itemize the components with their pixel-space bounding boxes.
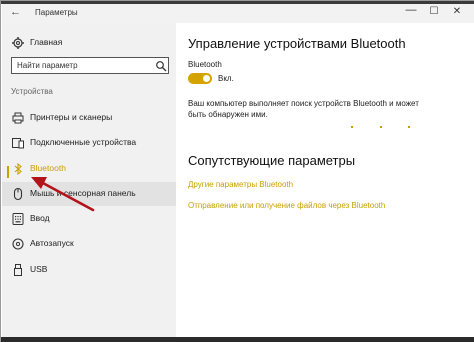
- sidebar-item-input[interactable]: Ввод: [2, 207, 176, 231]
- toggle-state-text: Вкл.: [218, 74, 234, 83]
- sidebar-item-home[interactable]: Главная: [2, 31, 176, 55]
- keyboard-icon: [12, 213, 24, 225]
- main-content: Управление устройствами Bluetooth Blueto…: [176, 23, 474, 337]
- sidebar-item-label: Подключенные устройства: [30, 137, 137, 147]
- sidebar-item-connected-devices[interactable]: Подключенные устройства: [2, 131, 176, 155]
- autoplay-icon: [12, 238, 24, 250]
- back-arrow-icon[interactable]: ←: [10, 6, 21, 18]
- window-bottom-edge: [1, 337, 474, 342]
- progress-dot: [408, 126, 410, 128]
- sidebar-item-label: Принтеры и сканеры: [30, 112, 113, 122]
- search-placeholder: Найти параметр: [17, 61, 78, 70]
- sidebar-item-label: Ввод: [30, 213, 50, 223]
- sidebar-item-printers[interactable]: Принтеры и сканеры: [2, 106, 176, 130]
- sidebar-item-label: Bluetooth: [30, 163, 66, 173]
- title-bar: ← Параметры — ☐ ✕: [2, 4, 474, 23]
- bluetooth-icon: [14, 162, 22, 176]
- usb-icon: [14, 264, 22, 276]
- bluetooth-toggle-label: Bluetooth: [188, 60, 222, 69]
- sidebar-item-label: Главная: [30, 37, 63, 47]
- sidebar-item-label: Автозапуск: [30, 238, 74, 248]
- sidebar-item-label: USB: [30, 264, 48, 274]
- sidebar: Главная Найти параметр Устройства Принте…: [2, 23, 176, 337]
- mouse-icon: [13, 187, 23, 201]
- connected-devices-icon: [12, 138, 24, 149]
- printer-icon: [12, 112, 24, 124]
- discovery-description: Ваш компьютер выполняет поиск устройств …: [188, 99, 419, 119]
- search-icon[interactable]: [155, 60, 167, 72]
- more-bluetooth-options-link[interactable]: Другие параметры Bluetooth: [188, 180, 293, 189]
- page-title: Управление устройствами Bluetooth: [188, 36, 406, 51]
- progress-dot: [380, 126, 382, 128]
- sidebar-item-bluetooth[interactable]: Bluetooth: [2, 157, 176, 181]
- settings-window: ← Параметры — ☐ ✕ Главная Найти параметр: [0, 0, 474, 342]
- window-title: Параметры: [35, 8, 78, 17]
- sidebar-item-mouse[interactable]: Мышь и сенсорная панель: [2, 182, 176, 206]
- toggle-knob: [203, 75, 210, 82]
- sidebar-item-label: Мышь и сенсорная панель: [30, 188, 136, 198]
- related-settings-heading: Сопутствующие параметры: [188, 153, 356, 168]
- progress-dot: [351, 126, 353, 128]
- search-input[interactable]: Найти параметр: [11, 57, 169, 74]
- gear-icon: [12, 37, 24, 49]
- bluetooth-toggle[interactable]: [188, 73, 212, 84]
- section-label: Устройства: [11, 87, 53, 96]
- send-receive-files-link[interactable]: Отправление или получение файлов через B…: [188, 201, 385, 210]
- minimize-button[interactable]: —: [401, 4, 421, 16]
- sidebar-item-autoplay[interactable]: Автозапуск: [2, 232, 176, 256]
- close-button[interactable]: ✕: [447, 6, 467, 17]
- sidebar-item-usb[interactable]: USB: [2, 258, 176, 282]
- maximize-button[interactable]: ☐: [424, 6, 444, 17]
